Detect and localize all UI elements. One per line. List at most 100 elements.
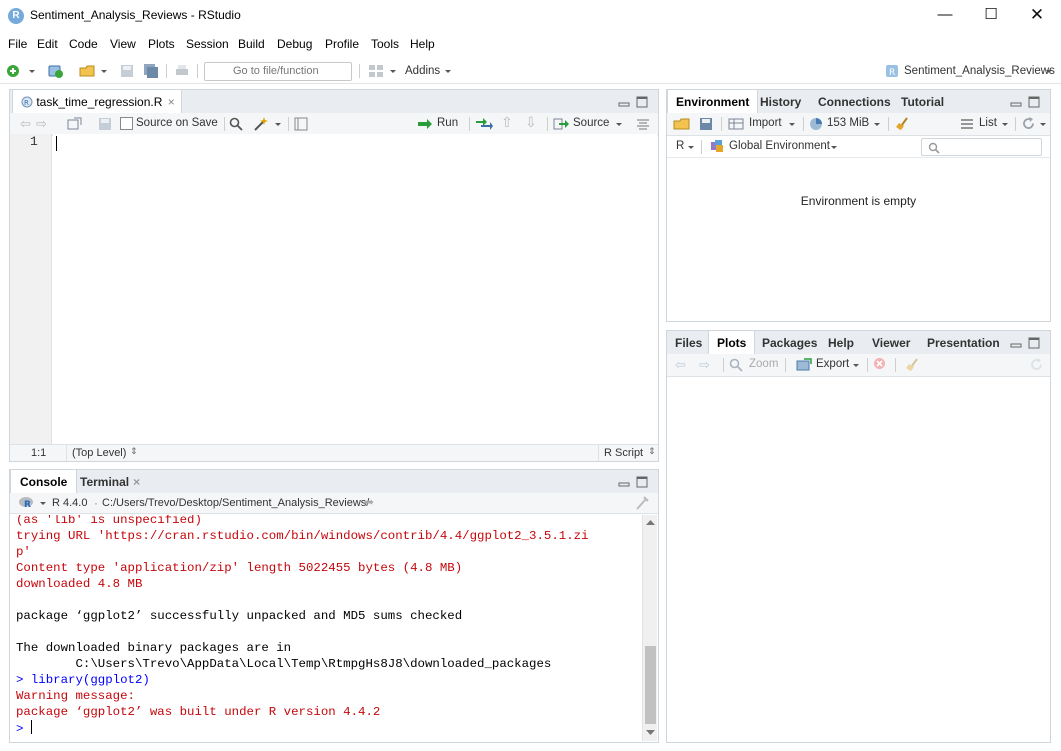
next-plot-icon[interactable]: ⇨: [699, 357, 710, 373]
close-tab-icon[interactable]: ×: [133, 475, 140, 489]
menu-code[interactable]: Code: [69, 37, 98, 51]
addins-menu[interactable]: Addins: [405, 65, 440, 77]
menu-view[interactable]: View: [110, 37, 136, 51]
remove-plot-icon[interactable]: [873, 357, 886, 370]
minimize-button[interactable]: —: [922, 0, 968, 32]
magic-wand-icon[interactable]: [253, 116, 269, 132]
chevron-down-icon[interactable]: [872, 117, 882, 131]
chevron-down-icon[interactable]: [614, 117, 624, 131]
maximize-pane-icon[interactable]: [636, 96, 648, 108]
console-output[interactable]: (as 'lib' is unspecified) trying URL 'htt…: [10, 515, 642, 740]
language-selector[interactable]: R: [676, 140, 684, 152]
clear-console-icon[interactable]: [634, 495, 650, 511]
close-tab-icon[interactable]: ×: [168, 95, 175, 109]
minimize-pane-icon[interactable]: [618, 476, 630, 488]
print-icon[interactable]: [174, 63, 190, 79]
menu-debug[interactable]: Debug: [277, 37, 312, 51]
down-arrow-icon[interactable]: ⇩: [525, 114, 537, 131]
source-on-save-checkbox[interactable]: [120, 117, 133, 130]
scroll-up-icon[interactable]: [646, 519, 655, 526]
save-icon[interactable]: [699, 117, 713, 131]
search-icon[interactable]: [229, 117, 243, 131]
grid-layout-icon[interactable]: [368, 63, 384, 79]
zoom-button[interactable]: Zoom: [749, 358, 778, 370]
menu-edit[interactable]: Edit: [37, 37, 58, 51]
source-icon[interactable]: [553, 117, 569, 131]
chevron-down-icon[interactable]: [686, 140, 696, 154]
chevron-down-icon[interactable]: [1038, 117, 1048, 131]
chevron-down-icon[interactable]: [1000, 117, 1010, 131]
tab-presentation[interactable]: Presentation: [919, 331, 1008, 355]
up-arrow-icon[interactable]: ⇧: [501, 114, 513, 131]
menu-build[interactable]: Build: [238, 37, 265, 51]
chevron-down-icon[interactable]: [851, 358, 861, 372]
memory-usage[interactable]: 153 MiB: [827, 117, 869, 129]
tab-tutorial[interactable]: Tutorial: [893, 90, 952, 114]
maximize-button[interactable]: ☐: [968, 0, 1014, 32]
tab-files[interactable]: Files: [667, 331, 710, 355]
chevron-down-icon[interactable]: [388, 63, 398, 79]
tab-history[interactable]: History: [752, 90, 809, 114]
save-all-icon[interactable]: [143, 63, 159, 79]
run-button[interactable]: Run: [437, 117, 458, 129]
refresh-icon[interactable]: [1021, 116, 1036, 131]
chevron-down-icon[interactable]: [787, 117, 797, 131]
scope-selector[interactable]: Global Environment: [729, 140, 830, 152]
save-icon[interactable]: [119, 63, 135, 79]
goto-file-input[interactable]: Go to file/function: [204, 62, 352, 81]
new-file-icon[interactable]: [6, 63, 22, 79]
align-icon[interactable]: [636, 117, 650, 131]
console-scrollbar[interactable]: [642, 515, 657, 741]
menu-plots[interactable]: Plots: [148, 37, 175, 51]
tab-plots[interactable]: Plots: [708, 331, 756, 356]
open-folder-icon[interactable]: [673, 116, 691, 131]
minimize-pane-icon[interactable]: [1010, 96, 1022, 108]
tab-help[interactable]: Help: [820, 331, 862, 355]
tab-console[interactable]: Console: [10, 470, 78, 495]
maximize-pane-icon[interactable]: [636, 476, 648, 488]
broom-icon[interactable]: [895, 115, 911, 131]
view-mode-selector[interactable]: List: [979, 117, 997, 129]
code-editor[interactable]: [53, 134, 657, 444]
chevron-down-icon[interactable]: [1044, 63, 1054, 79]
scroll-thumb[interactable]: [645, 646, 656, 724]
open-file-icon[interactable]: [79, 63, 99, 79]
save-icon[interactable]: [98, 117, 112, 131]
chevron-down-icon[interactable]: [27, 63, 37, 79]
chevron-down-icon[interactable]: [273, 117, 283, 131]
import-dataset-icon[interactable]: [728, 117, 744, 131]
go-to-directory-icon[interactable]: ➦: [364, 495, 374, 509]
tab-task-time-regression[interactable]: R task_time_regression.R ×: [12, 90, 182, 115]
source-button[interactable]: Source: [573, 117, 609, 129]
run-arrow-icon[interactable]: [417, 117, 433, 131]
console-prompt-line[interactable]: >: [16, 720, 642, 736]
filetype-selector[interactable]: R Script: [604, 447, 643, 459]
project-menu[interactable]: Sentiment_Analysis_Reviews: [904, 65, 1055, 77]
close-window-button[interactable]: ✕: [1014, 0, 1060, 32]
previous-plot-icon[interactable]: ⇦: [675, 357, 686, 373]
chevron-down-icon[interactable]: [443, 63, 453, 79]
tab-packages[interactable]: Packages: [754, 331, 825, 355]
menu-session[interactable]: Session: [186, 37, 229, 51]
minimize-pane-icon[interactable]: [1010, 337, 1022, 349]
working-directory[interactable]: C:/Users/Trevo/Desktop/Sentiment_Analysi…: [102, 497, 369, 509]
chevron-down-icon[interactable]: [99, 63, 109, 79]
menu-file[interactable]: File: [8, 37, 27, 51]
export-button[interactable]: Export: [816, 358, 849, 370]
minimize-pane-icon[interactable]: [618, 96, 630, 108]
new-project-icon[interactable]: [47, 63, 63, 79]
broom-icon[interactable]: [905, 356, 921, 372]
maximize-pane-icon[interactable]: [1028, 337, 1040, 349]
rerun-icon[interactable]: [475, 117, 493, 131]
tab-environment[interactable]: Environment: [667, 90, 759, 115]
chevron-down-icon[interactable]: [829, 140, 839, 154]
environment-search-input[interactable]: [921, 138, 1042, 156]
refresh-icon[interactable]: [1029, 357, 1044, 372]
back-icon[interactable]: ⇦: [20, 116, 31, 132]
scope-selector[interactable]: (Top Level): [72, 447, 126, 459]
tab-terminal[interactable]: Terminal ×: [72, 470, 148, 494]
forward-icon[interactable]: ⇨: [36, 116, 47, 132]
show-in-window-icon[interactable]: [67, 117, 83, 131]
maximize-pane-icon[interactable]: [1028, 96, 1040, 108]
import-dataset-button[interactable]: Import: [749, 117, 782, 129]
